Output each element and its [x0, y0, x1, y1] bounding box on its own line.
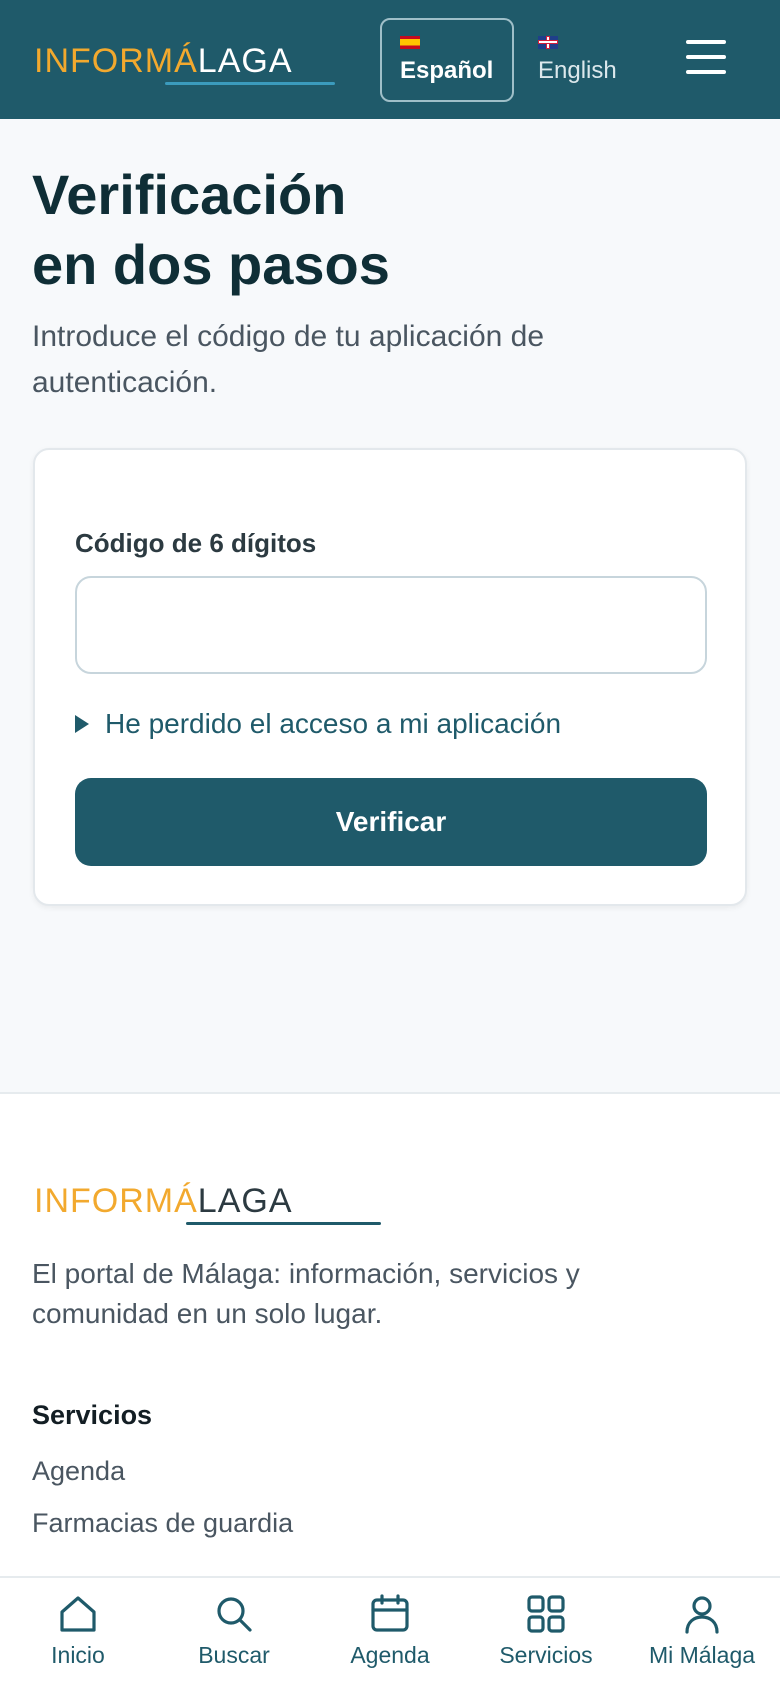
site-logo[interactable]: INFORMÁ LAGA: [34, 44, 293, 78]
hamburger-menu-icon[interactable]: [686, 40, 726, 74]
nav-item-mi-malaga[interactable]: Mi Málaga: [624, 1578, 780, 1688]
user-icon: [685, 1596, 719, 1634]
nav-item-buscar[interactable]: Buscar: [156, 1578, 312, 1688]
flag-es-icon: [400, 35, 420, 49]
grid-icon: [527, 1595, 565, 1633]
search-icon: [217, 1597, 252, 1632]
calendar-icon: [371, 1594, 409, 1632]
flag-gb-icon: [538, 35, 558, 49]
language-button-spanish[interactable]: Español: [380, 18, 514, 102]
nav-label-buscar: Buscar: [198, 1642, 270, 1668]
verification-card: Código de 6 dígitos He perdido el acceso…: [33, 448, 747, 906]
nav-item-inicio[interactable]: Inicio: [0, 1578, 156, 1688]
site-footer: INFORMÁ LAGA El portal de Málaga: informa…: [0, 1092, 780, 1592]
logo-underline: [165, 82, 335, 85]
bottom-navigation: Inicio Buscar Agenda Servicios Mi Málaga: [0, 1576, 780, 1688]
footer-link-farmacias[interactable]: Farmacias de guardia: [32, 1508, 293, 1539]
language-label-english: English: [538, 56, 617, 84]
footer-logo-part-laga: LAGA: [197, 1182, 293, 1220]
home-icon: [60, 1596, 96, 1632]
page-title-line-2: en dos pasos: [32, 233, 390, 296]
language-button-english[interactable]: English: [520, 18, 650, 102]
language-label-spanish: Español: [400, 56, 494, 84]
footer-logo-part-informa: INFORMÁ: [34, 1182, 198, 1220]
page-subtitle: Introduce el código de tu aplicación de …: [32, 320, 545, 399]
verify-button[interactable]: Verificar: [75, 778, 707, 866]
code-field-label: Código de 6 dígitos: [75, 528, 317, 558]
lost-access-toggle[interactable]: He perdido el acceso a mi aplicación: [75, 708, 561, 740]
page-title-line-1: Verificación: [32, 163, 347, 226]
footer-link-agenda[interactable]: Agenda: [32, 1456, 125, 1487]
footer-tagline: El portal de Málaga: información, servic…: [32, 1258, 580, 1329]
nav-item-servicios[interactable]: Servicios: [468, 1578, 624, 1688]
lost-access-label: He perdido el acceso a mi aplicación: [105, 708, 562, 739]
page-title: Verificación en dos pasos: [32, 160, 732, 300]
logo-part-laga: LAGA: [197, 42, 293, 80]
code-input[interactable]: [75, 576, 707, 674]
nav-label-servicios: Servicios: [499, 1642, 593, 1668]
top-header: INFORMÁ LAGA Español English: [0, 0, 780, 119]
footer-logo-underline: [186, 1222, 381, 1225]
nav-label-inicio: Inicio: [51, 1642, 105, 1668]
footer-section-title: Servicios: [32, 1400, 153, 1430]
nav-label-agenda: Agenda: [350, 1642, 430, 1668]
footer-logo[interactable]: INFORMÁ LAGA: [34, 1184, 293, 1218]
nav-label-mi-malaga: Mi Málaga: [648, 1642, 756, 1668]
logo-part-informa: INFORMÁ: [34, 42, 198, 80]
nav-item-agenda[interactable]: Agenda: [312, 1578, 468, 1688]
disclosure-triangle-icon: [75, 715, 89, 733]
